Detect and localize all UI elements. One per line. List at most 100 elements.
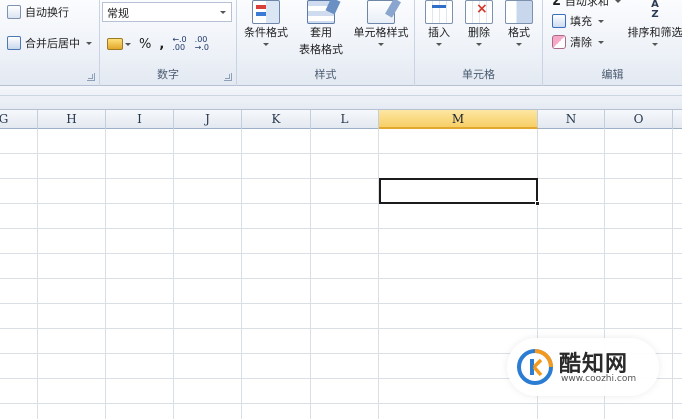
number-group: 常规 % , ←.0 .00 .00 →.0 数字 (100, 0, 237, 86)
fill-handle[interactable] (535, 201, 540, 206)
grid-column-line (37, 129, 38, 419)
number-format-select[interactable]: 常规 (102, 2, 232, 22)
autosum-button[interactable]: Σ 自动求和 (549, 0, 624, 11)
sigma-icon: Σ (552, 0, 561, 9)
grid-row-line (0, 303, 682, 304)
wrap-text-label: 自动换行 (25, 6, 69, 19)
fill-label: 填充 (570, 15, 592, 28)
column-header-i[interactable]: I (106, 110, 174, 129)
active-cell[interactable] (379, 178, 540, 206)
sort-filter-button[interactable]: AZ 排序和筛选 (625, 0, 682, 46)
grid-row-line (0, 278, 682, 279)
cell-styles-button[interactable]: 单元格样式 (349, 0, 413, 46)
grid-column-line (241, 129, 242, 419)
cell-styles-label: 单元格样式 (353, 26, 409, 39)
column-header-g[interactable]: G (0, 110, 38, 129)
format-button[interactable]: 格式 (499, 0, 539, 46)
column-header-o[interactable]: O (605, 110, 673, 129)
dialog-launcher-icon[interactable] (224, 73, 232, 81)
clear-label: 清除 (570, 36, 592, 49)
chevron-down-icon (516, 43, 522, 46)
editing-group: Σ 自动求和 填充 清除 AZ 排序和筛选 编辑 (543, 0, 682, 86)
chevron-down-icon (598, 40, 604, 44)
wrap-text-button[interactable]: 自动换行 (4, 2, 72, 22)
chevron-down-icon[interactable] (86, 41, 92, 45)
format-label: 格式 (508, 26, 530, 39)
grid-row-line (0, 253, 682, 254)
column-header-l[interactable]: L (311, 110, 379, 129)
fill-down-icon (552, 14, 566, 28)
format-as-table-button[interactable]: 套用 表格格式 (293, 0, 349, 58)
cells-group: 插入 × 删除 格式 单元格 (415, 0, 543, 86)
dialog-launcher-icon[interactable] (87, 73, 95, 81)
percent-button[interactable]: % (139, 37, 151, 52)
column-header-k[interactable]: K (242, 110, 311, 129)
chevron-down-icon (263, 43, 269, 46)
formula-bar-divider (0, 95, 682, 96)
number-format-tools: % , ←.0 .00 .00 →.0 (104, 34, 212, 54)
table-format-label-1: 套用 (310, 26, 332, 39)
watermark-logo-icon (517, 349, 553, 385)
insert-button[interactable]: 插入 (419, 0, 459, 46)
conditional-format-label: 条件格式 (244, 26, 288, 39)
delete-label: 删除 (468, 26, 490, 39)
table-format-label-2: 表格格式 (299, 43, 343, 56)
fill-button[interactable]: 填充 (549, 11, 607, 31)
clear-button[interactable]: 清除 (549, 32, 607, 52)
grid-row-line (0, 153, 682, 154)
conditional-format-icon (252, 0, 280, 24)
cell-styles-icon (367, 0, 401, 24)
comma-button[interactable]: , (159, 37, 164, 52)
merge-center-label: 合并后居中 (25, 37, 80, 50)
insert-label: 插入 (428, 26, 450, 39)
chevron-down-icon (614, 0, 621, 3)
chevron-down-icon (220, 11, 226, 14)
delete-button[interactable]: × 删除 (459, 0, 499, 46)
chevron-down-icon (598, 19, 604, 23)
eraser-icon (552, 35, 566, 49)
chevron-down-icon (125, 42, 131, 46)
increase-decimal-button[interactable]: ←.0 .00 (172, 36, 186, 52)
grid-column-line (105, 129, 106, 419)
accounting-format-button[interactable] (107, 38, 131, 50)
column-header-m[interactable]: M (379, 110, 538, 129)
column-header-h[interactable]: H (38, 110, 106, 129)
chevron-down-icon (652, 43, 658, 46)
grid-row-line (0, 403, 682, 404)
number-group-label: 数字 (157, 68, 179, 81)
grid-row-line (0, 328, 682, 329)
styles-group: 条件格式 套用 表格格式 单元格样式 样式 (237, 0, 415, 86)
merge-center-button[interactable]: 合并后居中 (4, 33, 95, 53)
conditional-format-button[interactable]: 条件格式 (239, 0, 293, 46)
merge-center-icon (7, 36, 21, 50)
wrap-text-icon (7, 5, 21, 19)
alignment-group: 自动换行 合并后居中 (0, 0, 100, 86)
chevron-down-icon (378, 43, 384, 46)
currency-icon (107, 38, 123, 50)
column-header-row: G H I J K L M N O (0, 110, 682, 129)
watermark: 酷知网 www.coozhi.com (507, 338, 659, 396)
number-format-value: 常规 (107, 7, 129, 20)
chevron-down-icon (476, 43, 482, 46)
autosum-label: 自动求和 (564, 0, 609, 8)
delete-icon: × (465, 0, 493, 24)
grid-row-line (0, 178, 682, 179)
editing-group-label: 编辑 (601, 68, 624, 81)
formula-bar-area (0, 86, 682, 110)
grid-column-line (672, 129, 673, 419)
grid-row-line (0, 228, 682, 229)
grid-column-line (378, 129, 379, 419)
styles-group-label: 样式 (314, 68, 337, 81)
watermark-url: www.coozhi.com (561, 374, 637, 384)
column-header-j[interactable]: J (174, 110, 242, 129)
sort-az-icon: AZ (651, 0, 659, 20)
decrease-decimal-button[interactable]: .00 →.0 (195, 36, 209, 52)
format-cells-icon (505, 0, 533, 24)
chevron-down-icon (436, 43, 442, 46)
grid-row-line (0, 203, 682, 204)
column-header-n[interactable]: N (538, 110, 605, 129)
grid-column-line (310, 129, 311, 419)
table-format-icon (307, 0, 341, 24)
grid-column-line (173, 129, 174, 419)
sort-filter-label: 排序和筛选 (627, 26, 682, 39)
